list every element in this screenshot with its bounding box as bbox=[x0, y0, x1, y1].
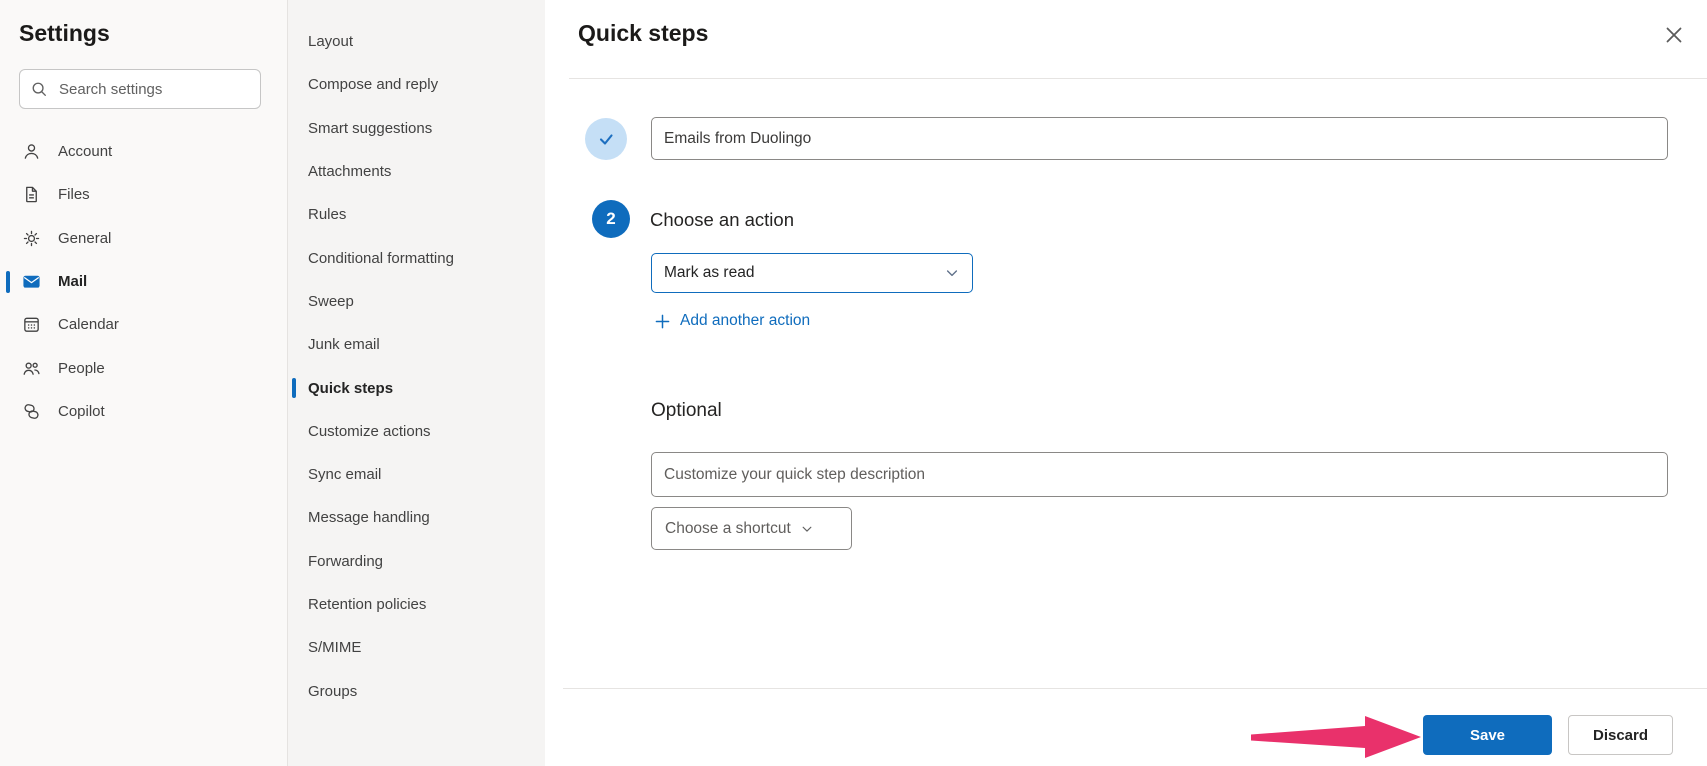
settings-nav: Account Files General Mail bbox=[0, 130, 288, 433]
calendar-icon bbox=[22, 315, 41, 334]
settings-sidebar: Settings Account Files bbox=[0, 0, 288, 766]
subnav-item-rules[interactable]: Rules bbox=[288, 193, 545, 236]
subnav-item-smime[interactable]: S/MIME bbox=[288, 626, 545, 669]
optional-heading: Optional bbox=[651, 400, 722, 422]
sidebar-item-mail[interactable]: Mail bbox=[0, 260, 288, 303]
add-another-action-link[interactable]: Add another action bbox=[655, 312, 810, 330]
sidebar-item-label: Copilot bbox=[58, 403, 105, 420]
choose-action-heading: Choose an action bbox=[650, 209, 794, 231]
check-icon bbox=[595, 128, 617, 150]
close-button[interactable] bbox=[1661, 22, 1687, 48]
search-input[interactable] bbox=[57, 80, 260, 99]
sidebar-item-calendar[interactable]: Calendar bbox=[0, 303, 288, 346]
people-icon bbox=[22, 359, 41, 378]
sidebar-item-label: People bbox=[58, 360, 105, 377]
close-icon bbox=[1663, 24, 1685, 46]
action-dropdown[interactable]: Mark as read bbox=[651, 253, 973, 293]
sidebar-item-people[interactable]: People bbox=[0, 346, 288, 389]
sidebar-item-files[interactable]: Files bbox=[0, 173, 288, 216]
sidebar-item-label: Account bbox=[58, 143, 112, 160]
step1-complete-indicator bbox=[585, 118, 627, 160]
save-button[interactable]: Save bbox=[1423, 715, 1552, 755]
subnav-item-sweep[interactable]: Sweep bbox=[288, 280, 545, 323]
subnav-item-layout[interactable]: Layout bbox=[288, 20, 545, 63]
subnav-item-sync-email[interactable]: Sync email bbox=[288, 453, 545, 496]
discard-button[interactable]: Discard bbox=[1568, 715, 1673, 755]
sidebar-item-label: Calendar bbox=[58, 316, 119, 333]
settings-search[interactable] bbox=[19, 69, 261, 109]
subnav-item-groups[interactable]: Groups bbox=[288, 669, 545, 712]
sidebar-item-copilot[interactable]: Copilot bbox=[0, 390, 288, 433]
mail-subnav: Layout Compose and reply Smart suggestio… bbox=[288, 0, 545, 766]
selected-indicator-bar bbox=[292, 378, 296, 398]
quick-step-name-input[interactable] bbox=[651, 117, 1668, 160]
subnav-item-forwarding[interactable]: Forwarding bbox=[288, 540, 545, 583]
footer-divider bbox=[563, 688, 1707, 689]
sidebar-item-label: Mail bbox=[58, 273, 87, 290]
chevron-down-icon bbox=[944, 265, 960, 281]
add-another-action-label: Add another action bbox=[680, 312, 810, 330]
shortcut-dropdown-value: Choose a shortcut bbox=[665, 520, 791, 538]
page-title: Quick steps bbox=[578, 20, 708, 47]
quick-steps-panel: Quick steps 2 Choose an action Mark as r… bbox=[545, 0, 1707, 766]
sidebar-item-label: Files bbox=[58, 186, 90, 203]
gear-icon bbox=[22, 229, 41, 248]
search-icon bbox=[30, 80, 48, 98]
subnav-item-junk-email[interactable]: Junk email bbox=[288, 323, 545, 366]
settings-title: Settings bbox=[19, 20, 110, 47]
subnav-item-retention-policies[interactable]: Retention policies bbox=[288, 583, 545, 626]
description-input[interactable] bbox=[651, 452, 1668, 497]
sidebar-item-general[interactable]: General bbox=[0, 217, 288, 260]
shortcut-dropdown[interactable]: Choose a shortcut bbox=[651, 507, 852, 550]
annotation-arrow bbox=[1251, 714, 1423, 760]
outlook-settings-window: Settings Account Files bbox=[0, 0, 1707, 766]
subnav-item-message-handling[interactable]: Message handling bbox=[288, 496, 545, 539]
selected-indicator-bar bbox=[6, 271, 10, 293]
subnav-item-conditional-formatting[interactable]: Conditional formatting bbox=[288, 236, 545, 279]
sidebar-item-account[interactable]: Account bbox=[0, 130, 288, 173]
subnav-item-compose-and-reply[interactable]: Compose and reply bbox=[288, 63, 545, 106]
person-icon bbox=[22, 142, 41, 161]
mail-icon bbox=[22, 272, 41, 291]
subnav-item-attachments[interactable]: Attachments bbox=[288, 150, 545, 193]
copilot-icon bbox=[22, 402, 41, 421]
step2-number-badge: 2 bbox=[592, 200, 630, 238]
chevron-down-icon bbox=[800, 522, 814, 536]
subnav-item-quick-steps[interactable]: Quick steps bbox=[288, 366, 545, 409]
action-dropdown-value: Mark as read bbox=[664, 264, 754, 282]
subnav-item-smart-suggestions[interactable]: Smart suggestions bbox=[288, 107, 545, 150]
subnav-item-customize-actions[interactable]: Customize actions bbox=[288, 410, 545, 453]
file-icon bbox=[22, 185, 41, 204]
header-divider bbox=[569, 78, 1707, 79]
sidebar-item-label: General bbox=[58, 230, 111, 247]
plus-icon bbox=[655, 314, 670, 329]
